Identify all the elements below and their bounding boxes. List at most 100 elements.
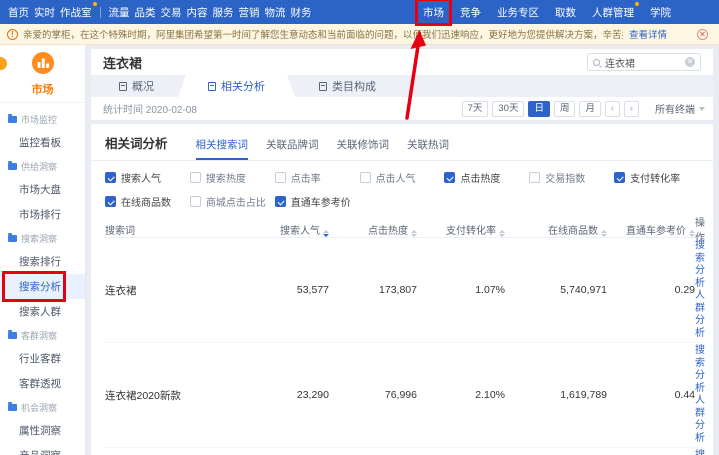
cell-search-popularity: 23,290 xyxy=(253,389,329,401)
subtab-related-brand-words[interactable]: 关联品牌词 xyxy=(266,137,319,160)
checkbox-icon[interactable] xyxy=(190,196,201,207)
folder-icon xyxy=(8,332,17,339)
sidebar-item-search-analysis[interactable]: 搜索分析 xyxy=(0,274,85,299)
checkbox-icon[interactable] xyxy=(275,172,286,183)
keyword-search-box[interactable]: 连衣裙 ✕ xyxy=(587,53,701,71)
checkbox-icon[interactable] xyxy=(190,172,201,183)
nav-item-home[interactable]: 首页 xyxy=(8,5,29,20)
period-week-button[interactable]: 周 xyxy=(554,101,576,117)
sidebar-item-search-ranking[interactable]: 搜索排行 xyxy=(0,249,85,274)
metric-search-heat[interactable]: 搜索热度 xyxy=(190,170,275,185)
nav-item-data-fetch[interactable]: 取数 xyxy=(555,5,576,20)
sidebar-item-product-insight[interactable]: 产品洞察 xyxy=(0,443,85,455)
nav-item-service[interactable]: 服务 xyxy=(213,5,234,20)
period-7d-button[interactable]: 7天 xyxy=(462,101,489,117)
nav-item-business-zone[interactable]: 业务专区 xyxy=(497,5,539,20)
period-30d-button[interactable]: 30天 xyxy=(492,101,524,117)
col-click-heat[interactable]: 点击热度 xyxy=(329,222,417,237)
nav-item-competition[interactable]: 竞争 xyxy=(460,5,481,20)
nav-item-warroom[interactable]: 作战室 xyxy=(60,5,92,20)
sidebar-item-market-overview[interactable]: 市场大盘 xyxy=(0,177,85,202)
analysis-header: 相关词分析 相关搜索词 关联品牌词 关联修饰词 关联热词 xyxy=(91,124,713,161)
audience-analysis-link[interactable]: 人群分析 xyxy=(695,395,705,445)
nav-item-trade[interactable]: 交易 xyxy=(161,5,182,20)
nav-item-market[interactable]: 市场 xyxy=(423,5,444,20)
table-row: 连衣裙2020新款 23,290 76,996 2.10% 1,619,789 … xyxy=(105,343,699,448)
info-circle-icon: ! xyxy=(7,29,18,40)
metric-click-rate[interactable]: 点击率 xyxy=(275,170,360,185)
cell-search-popularity: 53,577 xyxy=(253,284,329,296)
checkbox-checked-icon[interactable] xyxy=(614,172,625,183)
nav-item-marketing[interactable]: 营销 xyxy=(239,5,260,20)
cell-conversion: 2.10% xyxy=(417,389,505,401)
table-header-row: 搜索词 搜索人气 点击热度 支付转化率 在线商品数 直通车参考价 操作 xyxy=(105,214,699,238)
notice-detail-link[interactable]: 查看详情 xyxy=(629,27,667,41)
cell-conversion: 1.07% xyxy=(417,284,505,296)
sidebar-item-industry-audience[interactable]: 行业客群 xyxy=(0,346,85,371)
sidebar-item-audience-perspective[interactable]: 客群透视 xyxy=(0,371,85,396)
sidebar-item-market-ranking[interactable]: 市场排行 xyxy=(0,202,85,227)
close-icon[interactable]: ✕ xyxy=(697,29,708,40)
metric-ztc-ref-price[interactable]: 直通车参考价 xyxy=(275,194,360,209)
metric-search-popularity[interactable]: 搜索人气 xyxy=(105,170,190,185)
subtab-related-search-words[interactable]: 相关搜索词 xyxy=(196,137,249,160)
col-search-popularity[interactable]: 搜索人气 xyxy=(253,222,329,237)
nav-item-content[interactable]: 内容 xyxy=(187,5,208,20)
stat-time-label: 统计时间 2020-02-08 xyxy=(103,101,197,116)
subtab-related-modifier-words[interactable]: 关联修饰词 xyxy=(337,137,390,160)
clear-icon[interactable]: ✕ xyxy=(685,57,695,67)
subtab-related-hot-words[interactable]: 关联热词 xyxy=(407,137,449,160)
checkbox-icon[interactable] xyxy=(360,172,371,183)
checkbox-icon[interactable] xyxy=(529,172,540,183)
row-actions: 搜索分析人群分析 xyxy=(695,448,705,455)
tab-category-composition[interactable]: 类目构成 xyxy=(295,75,400,97)
row-actions: 搜索分析人群分析 xyxy=(695,238,705,342)
period-day-button[interactable]: 日 xyxy=(528,101,550,117)
nav-item-audience-mgmt[interactable]: 人群管理 xyxy=(592,5,634,20)
nav-item-academy[interactable]: 学院 xyxy=(650,5,671,20)
sidebar-item-search-audience[interactable]: 搜索人群 xyxy=(0,299,85,324)
nav-item-realtime[interactable]: 实时 xyxy=(34,5,55,20)
tab-related-analysis[interactable]: 相关分析 xyxy=(178,75,295,97)
document-icon xyxy=(208,82,216,91)
audience-analysis-link[interactable]: 人群分析 xyxy=(695,290,705,340)
checkbox-checked-icon[interactable] xyxy=(275,196,286,207)
sycm-market-page: 首页 实时 作战室 流量 品类 交易 内容 服务 营销 物流 财务 市场 竞争 … xyxy=(0,0,719,455)
col-online-products[interactable]: 在线商品数 xyxy=(505,222,607,237)
metric-conversion-rate[interactable]: 支付转化率 xyxy=(614,170,699,185)
sidebar-item-monitor-board[interactable]: 监控看板 xyxy=(0,130,85,155)
metric-checkbox-group: 搜索人气 搜索热度 点击率 点击人气 点击热度 交易指数 支付转化率 在线商品数… xyxy=(91,161,713,214)
folder-icon xyxy=(8,235,17,242)
metric-mall-click-share[interactable]: 商城点击占比 xyxy=(190,194,275,209)
cell-ztc-price: 0.29 xyxy=(607,284,695,296)
col-conversion[interactable]: 支付转化率 xyxy=(417,222,505,237)
metric-trade-index[interactable]: 交易指数 xyxy=(529,170,614,185)
new-badge-dot xyxy=(635,2,639,6)
menu-section-search-insight: 搜索洞察 xyxy=(0,227,85,249)
col-ztc-price[interactable]: 直通车参考价 xyxy=(607,222,695,237)
sidebar-item-attribute-insight[interactable]: 属性洞察 xyxy=(0,418,85,443)
analysis-title: 相关词分析 xyxy=(105,133,168,160)
nav-item-category[interactable]: 品类 xyxy=(135,5,156,20)
nav-item-finance[interactable]: 财务 xyxy=(291,5,312,20)
search-input[interactable]: 连衣裙 xyxy=(605,55,685,70)
metric-click-heat[interactable]: 点击热度 xyxy=(444,170,529,185)
document-icon xyxy=(119,82,127,91)
search-analysis-link[interactable]: 搜索分析 xyxy=(695,450,705,455)
menu-section-supply-insight: 供给洞察 xyxy=(0,155,85,177)
terminal-dropdown[interactable]: 所有终端 xyxy=(655,101,705,116)
nav-item-logistics[interactable]: 物流 xyxy=(265,5,286,20)
search-analysis-link[interactable]: 搜索分析 xyxy=(695,240,705,290)
metric-click-popularity[interactable]: 点击人气 xyxy=(360,170,445,185)
checkbox-checked-icon[interactable] xyxy=(444,172,455,183)
checkbox-checked-icon[interactable] xyxy=(105,172,116,183)
notice-bar: ! 亲爱的掌柜，在这个特殊时期，阿里集团希望第一时间了解您生意动态和当前面临的问… xyxy=(0,24,719,45)
nav-item-traffic[interactable]: 流量 xyxy=(109,5,130,20)
next-period-button[interactable]: › xyxy=(624,101,639,117)
search-analysis-link[interactable]: 搜索分析 xyxy=(695,345,705,395)
prev-period-button[interactable]: ‹ xyxy=(605,101,620,117)
period-month-button[interactable]: 月 xyxy=(579,101,601,117)
metric-online-products[interactable]: 在线商品数 xyxy=(105,194,190,209)
tab-overview[interactable]: 概况 xyxy=(95,75,178,97)
checkbox-checked-icon[interactable] xyxy=(105,196,116,207)
